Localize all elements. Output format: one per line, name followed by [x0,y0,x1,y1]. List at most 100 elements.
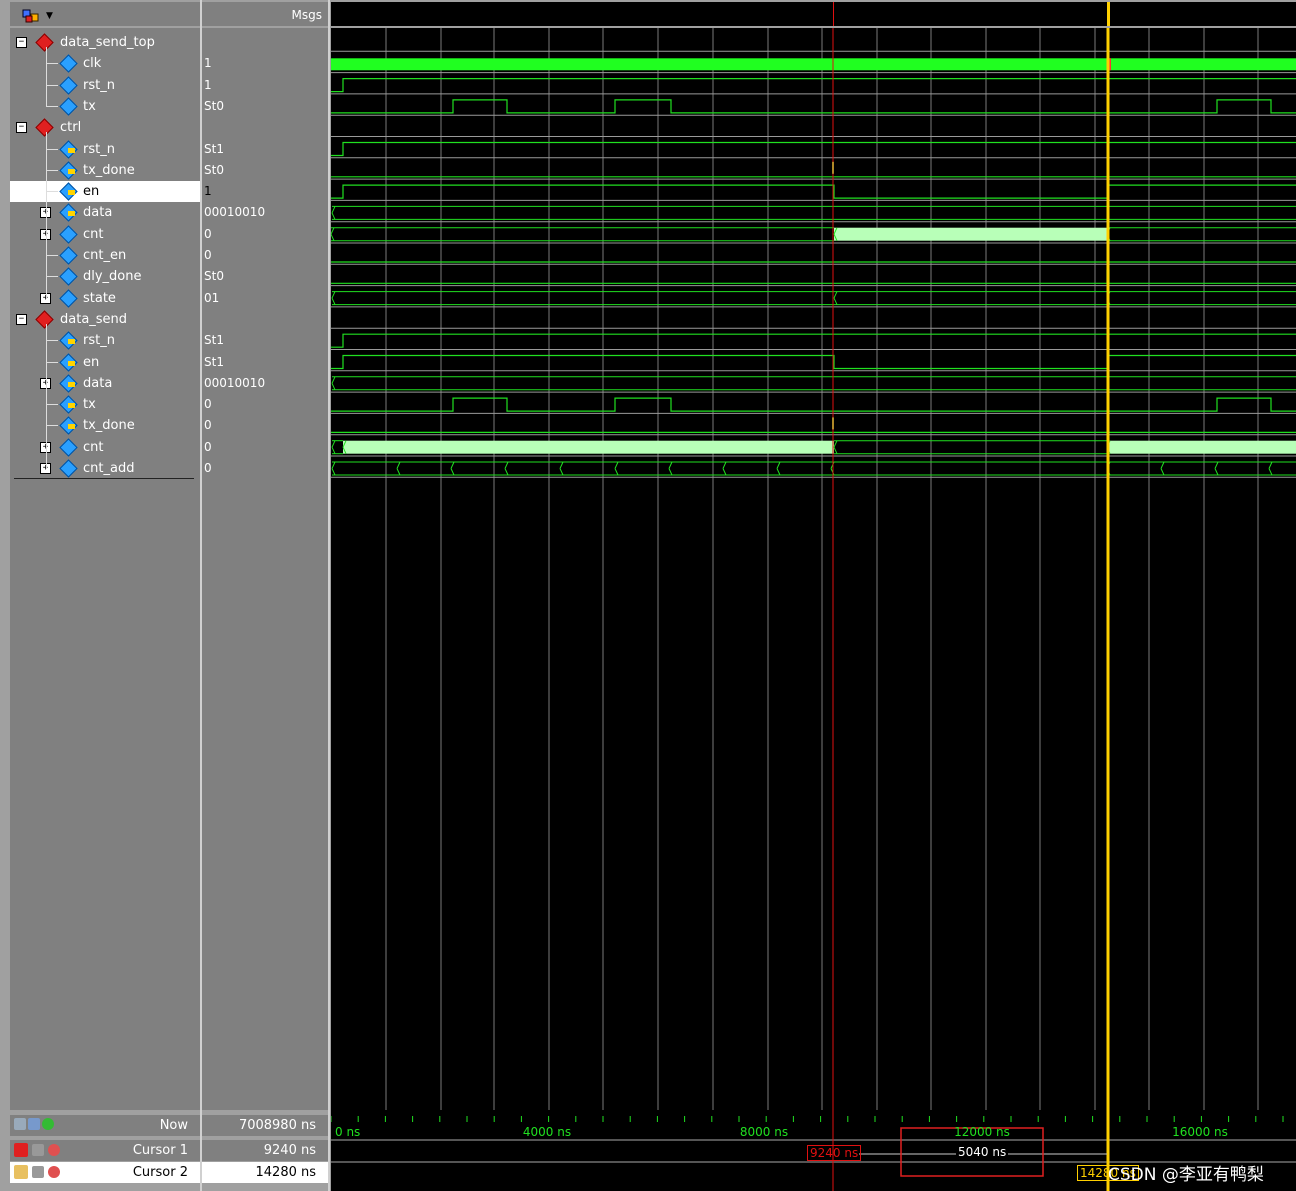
signal-icon [59,224,78,244]
collapse-icon[interactable]: − [16,313,27,325]
wave-segment [331,227,335,241]
wave-segment [722,461,727,476]
signal-value: 0 [204,397,212,412]
signal-name: data_send_top [60,35,155,50]
wave-add-icon[interactable] [14,1118,26,1130]
edit-cursor-icon[interactable] [32,1144,44,1156]
signal-value: 00010010 [204,375,266,390]
edit-cursor-icon[interactable] [32,1166,44,1178]
wave-segment [559,461,564,476]
signal-icon [59,437,78,457]
signal-value-pane[interactable]: 1 1 St0 St1 St0 1 00010010 0 0 St0 01 St1 St1 0001001… [202,28,328,1110]
wave-segment [668,461,673,476]
wave-segment [331,354,1296,370]
signal-name: rst_n [83,141,115,157]
ruler-tick-label: 12000 ns [954,1125,1010,1139]
signal-name: tx [83,397,96,413]
signal-name: cnt [83,439,104,455]
wave-segment [331,206,336,220]
tree-line [46,63,58,65]
signal-icon [59,267,78,286]
signal-name: ctrl [60,120,82,136]
signal-value: 0 [204,418,212,433]
wave-segment [331,440,336,454]
unlock-icon[interactable] [14,1165,28,1179]
wave-layout-icon[interactable] [22,8,40,24]
input-port-icon [68,381,75,387]
input-port-icon [68,211,75,217]
cursor1-label: Cursor 1 [132,1143,188,1158]
wave-segment [331,461,336,476]
delete-cursor-icon[interactable] [48,1144,60,1156]
wave-segment [396,461,401,476]
signal-icon [59,75,78,95]
signal-value: St0 [204,162,224,177]
signal-value: 0 [204,439,212,454]
tree-line [46,340,58,342]
signal-name: dly_done [83,269,142,285]
now-row: Now 7008980 ns [0,1110,330,1136]
cursor1-line [833,2,834,26]
cursor1-row[interactable]: Cursor 1 9240 ns [0,1140,330,1162]
lock-icon[interactable] [14,1143,28,1157]
tree-line [46,84,58,86]
tree-line [46,148,58,150]
signal-name: tx [83,98,96,114]
ruler-tick-label: 0 ns [335,1125,361,1139]
cursor1-time-label[interactable]: 9240 ns [807,1145,862,1161]
signal-icon [59,54,78,73]
wave-segment [504,461,509,476]
signal-name-pane[interactable]: − data_send_top clk rst_n tx − ctrl rst_n tx_don… [10,28,328,1110]
collapse-icon[interactable]: − [16,37,27,48]
tree-line [46,404,58,406]
wave-segment [1107,440,1296,454]
tree-line [46,361,58,363]
input-port-icon [68,147,75,153]
signal-value: 0 [204,226,212,241]
ruler-tick-label: 8000 ns [739,1125,789,1139]
signal-value: St1 [204,333,224,348]
collapse-icon[interactable]: − [16,122,27,134]
msgs-header: Msgs [202,2,328,26]
tree-line [46,255,58,256]
cursor2-label: Cursor 2 [132,1165,188,1180]
waveform-canvas[interactable] [331,28,1296,1110]
cursor2-line [1107,2,1110,26]
wave-segment [614,461,619,476]
signal-value: St0 [204,269,224,284]
input-port-icon [68,360,75,366]
signal-name: data_send [60,311,128,327]
signal-name: clk [83,56,102,72]
watermark: CSDN @李亚有鸭梨 [1108,1165,1264,1185]
signal-name: rst_n [83,77,115,93]
tree-line [46,425,58,427]
wave-window: ▼ Msgs − data_send_top clk rst_n tx − ctrl rst_… [0,0,1296,1191]
waveform-pane[interactable] [331,28,1296,1110]
dropdown-arrow-icon[interactable]: ▼ [46,11,53,21]
signal-name: data [83,375,113,391]
monitor-icon[interactable] [28,1118,40,1130]
wave-segment [1268,461,1273,476]
delete-cursor-icon[interactable] [48,1166,60,1178]
output-port-icon [68,424,75,430]
signal-value: St1 [204,354,224,369]
output-port-icon [68,403,75,409]
signal-icon [59,288,78,308]
add-cursor-icon[interactable] [42,1118,54,1130]
wave-segment [833,440,838,454]
column-divider[interactable] [200,0,202,1191]
wave-segment [331,376,336,391]
cursor2-value: 14280 ns [255,1165,317,1180]
signal-name: en [83,184,100,200]
instance-icon [35,310,54,329]
cursor2-row[interactable]: Cursor 2 14280 ns [0,1162,330,1184]
signal-name: cnt_add [83,461,135,476]
list-end-marker [14,478,194,479]
signal-name: rst_n [83,333,115,349]
tree-line [46,169,58,171]
column-divider[interactable] [328,0,330,1191]
input-port-icon [68,168,75,174]
signal-value: St1 [204,141,224,156]
signal-icon [59,459,78,478]
cursor-delta-label: 5040 ns [956,1145,1009,1159]
